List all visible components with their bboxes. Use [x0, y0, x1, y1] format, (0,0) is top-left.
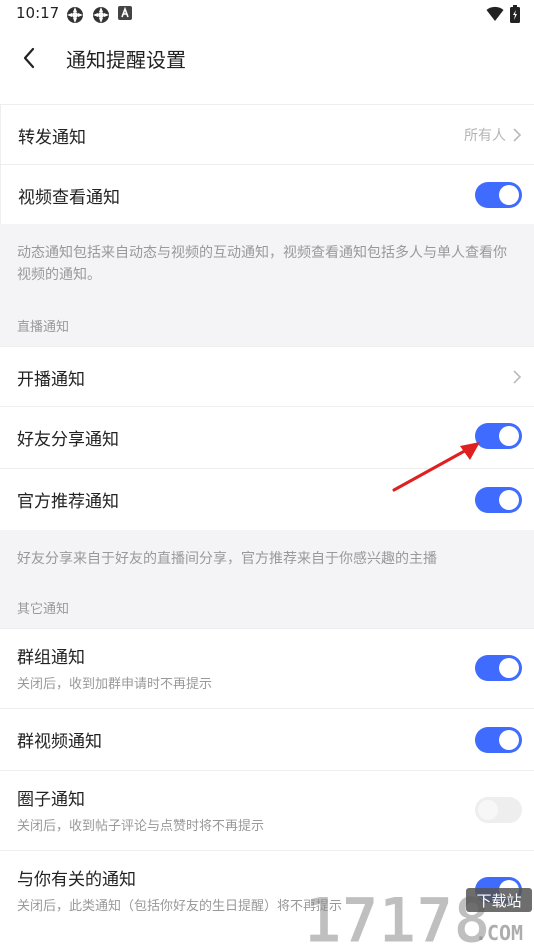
- row-sub: 关闭后，此类通知（包括你好友的生日提醒）将不再提示: [17, 899, 343, 914]
- row-label: 与你有关的通知: [17, 870, 136, 890]
- row-video-view-notification: 视频查看通知: [0, 164, 534, 224]
- group-video-toggle[interactable]: [475, 727, 522, 753]
- row-label: 群视频通知: [17, 732, 102, 752]
- row-label: 好友分享通知: [17, 430, 119, 450]
- top-note: 动态通知包括来自动态与视频的互动通知，视频查看通知包括多人与单人查看你视频的通知…: [0, 224, 534, 304]
- section-title: 其它通知: [17, 602, 70, 617]
- app-bar: 通知提醒设置: [0, 36, 534, 80]
- settings-list: 转发通知 所有人 视频查看通知 动态通知包括来自动态与视频的互动通知，视频查看通…: [0, 104, 534, 930]
- toggle-knob: [478, 800, 498, 820]
- row-group-video-notification: 群视频通知: [0, 708, 534, 770]
- row-label: 转发通知: [18, 128, 86, 148]
- watermark-logo: 17178 下载站 .COM: [304, 884, 532, 950]
- status-notification-icons: [66, 6, 132, 24]
- row-sub: 关闭后，收到帖子评论与点赞时将不再提示: [17, 819, 265, 834]
- wifi-icon: [486, 6, 504, 21]
- live-note: 好友分享来自于好友的直播间分享，官方推荐来自于你感兴趣的主播: [0, 530, 534, 586]
- chevron-right-icon: [513, 370, 522, 384]
- row-value: 所有人: [464, 128, 506, 144]
- section-title: 直播通知: [17, 320, 70, 335]
- toggle-knob: [499, 730, 519, 750]
- toggle-knob: [499, 426, 519, 446]
- toggle-knob: [499, 185, 519, 205]
- back-arrow-icon[interactable]: [18, 46, 42, 70]
- status-bar: 10:17: [0, 0, 534, 28]
- row-live-start-notification[interactable]: 开播通知: [0, 346, 534, 406]
- chevron-right-icon: [513, 128, 522, 142]
- live-section-header: 直播通知: [0, 304, 534, 346]
- toggle-knob: [499, 490, 519, 510]
- row-group-notification: 群组通知 关闭后，收到加群申请时不再提示: [0, 628, 534, 708]
- letter-a-icon: [118, 6, 132, 20]
- row-sub: 关闭后，收到加群申请时不再提示: [17, 677, 213, 692]
- toggle-knob: [499, 658, 519, 678]
- row-forward-notification[interactable]: 转发通知 所有人: [0, 104, 534, 164]
- watermark-number: 17178: [304, 884, 491, 950]
- annotation-arrow-icon: [392, 442, 480, 492]
- row-label: 官方推荐通知: [17, 492, 119, 512]
- watermark-badge: 下载站: [476, 892, 521, 910]
- battery-icon: [510, 5, 520, 23]
- app-notification-icon: [93, 7, 109, 23]
- page-title: 通知提醒设置: [66, 48, 186, 72]
- row-label: 圈子通知: [17, 790, 85, 810]
- app-notification-icon: [67, 7, 83, 23]
- circle-notification-toggle[interactable]: [475, 797, 522, 823]
- status-system-icons: [486, 5, 520, 23]
- row-circle-notification: 圈子通知 关闭后，收到帖子评论与点赞时将不再提示: [0, 770, 534, 850]
- status-time: 10:17: [16, 4, 60, 22]
- video-view-toggle[interactable]: [475, 182, 522, 208]
- row-label: 开播通知: [17, 370, 85, 390]
- row-label: 群组通知: [17, 648, 85, 668]
- other-section-header: 其它通知: [0, 586, 534, 628]
- row-label: 视频查看通知: [18, 188, 120, 208]
- group-notification-toggle[interactable]: [475, 655, 522, 681]
- watermark-domain: .COM: [475, 921, 523, 945]
